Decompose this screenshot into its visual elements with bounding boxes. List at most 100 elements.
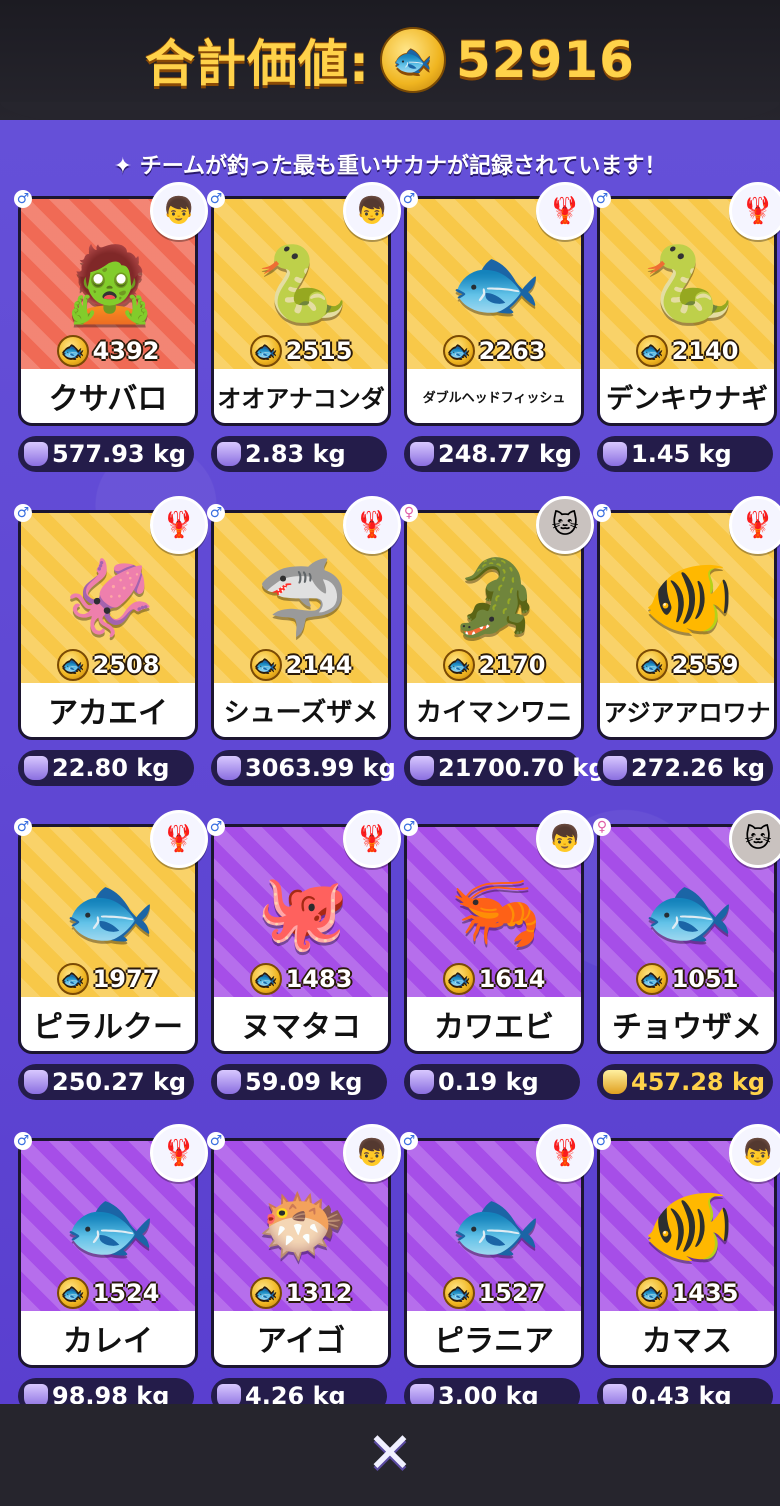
player-avatar[interactable]: 🦞 — [343, 810, 401, 868]
gender-icon: ♂ — [14, 818, 32, 836]
fish-price: 🐟 1527 — [407, 1277, 581, 1309]
player-avatar[interactable]: 🐱 — [536, 496, 594, 554]
player-avatar[interactable]: 🦞 — [536, 1124, 594, 1182]
fish-weight: 272.26 kg — [597, 750, 773, 786]
fish-weight-value: 457.28 kg — [631, 1068, 766, 1096]
player-avatar[interactable]: 👦 — [343, 1124, 401, 1182]
fish-price: 🐟 2515 — [214, 335, 388, 367]
gender-icon: ♂ — [14, 190, 32, 208]
fish-card[interactable]: 🐊 🐟 2170 カイマンワニ 🐱 ♀ — [400, 496, 594, 740]
fish-price-value: 2263 — [478, 337, 546, 365]
fish-price-value: 1977 — [92, 965, 160, 993]
fish-coin-icon: 🐟 — [442, 963, 475, 995]
fish-card[interactable]: 🐙 🐟 1483 ヌマタコ 🦞 ♂ — [207, 810, 401, 1054]
gender-icon: ♂ — [14, 504, 32, 522]
fish-name: クサバロ — [21, 369, 195, 423]
fish-card[interactable]: 🧟 🐟 4392 クサバロ 👦 ♂ — [14, 182, 208, 426]
weight-bag-icon — [603, 442, 627, 466]
player-avatar[interactable]: 🦞 — [729, 182, 780, 240]
fish-price: 🐟 2170 — [407, 649, 581, 681]
gender-icon: ♂ — [400, 818, 418, 836]
fish-price-value: 2515 — [285, 337, 353, 365]
gender-icon: ♂ — [207, 1132, 225, 1150]
fish-coin-icon: 🐟 — [249, 335, 282, 367]
player-avatar[interactable]: 🦞 — [343, 496, 401, 554]
fish-icon: 🐊 — [449, 554, 543, 641]
gender-icon: ♂ — [400, 1132, 418, 1150]
fish-price-value: 1312 — [285, 1279, 353, 1307]
fish-card[interactable]: 🦈 🐟 2144 シューズザメ 🦞 ♂ — [207, 496, 401, 740]
gender-icon: ♂ — [14, 1132, 32, 1150]
fish-coin-icon: 🐟 — [635, 649, 668, 681]
fish-name: オオアナコンダ — [214, 369, 388, 423]
close-button[interactable]: ✕ — [360, 1424, 420, 1484]
fish-card[interactable]: 🦐 🐟 1614 カワエビ 👦 ♂ — [400, 810, 594, 1054]
player-avatar[interactable]: 🦞 — [729, 496, 780, 554]
fish-coin-icon: 🐟 — [635, 335, 668, 367]
fish-icon: 🦑 — [63, 554, 157, 641]
fish-name: ダブルヘッドフィッシュ — [407, 369, 581, 423]
fish-price-value: 2508 — [92, 651, 160, 679]
fish-weight-value: 577.93 kg — [52, 440, 187, 468]
fish-card[interactable]: 🐟 🐟 1524 カレイ 🦞 ♂ — [14, 1124, 208, 1368]
fish-price-value: 4392 — [92, 337, 160, 365]
fish-weight: 248.77 kg — [404, 436, 580, 472]
fish-price: 🐟 2263 — [407, 335, 581, 367]
gender-icon: ♂ — [207, 818, 225, 836]
fish-name: チョウザメ — [600, 997, 774, 1051]
player-avatar[interactable]: 🦞 — [150, 810, 208, 868]
player-avatar[interactable]: 👦 — [729, 1124, 780, 1182]
fish-card[interactable]: 🐟 🐟 1051 チョウザメ 🐱 ♀ — [593, 810, 780, 1054]
record-notice: ✦ チームが釣った最も重いサカナが記録されています！ — [113, 154, 667, 179]
fish-card[interactable]: 🐟 🐟 1527 ピラニア 🦞 ♂ — [400, 1124, 594, 1368]
player-avatar[interactable]: 👦 — [150, 182, 208, 240]
fish-coin-icon: 🐟 — [56, 649, 89, 681]
fish-coin-icon: 🐟 — [56, 335, 89, 367]
fish-name: カレイ — [21, 1311, 195, 1365]
fish-weight: 21700.70 kg — [404, 750, 606, 786]
fish-price-value: 1435 — [671, 1279, 739, 1307]
fish-card[interactable]: 🐠 🐟 2559 アジアアロワナ 🦞 ♂ — [593, 496, 780, 740]
player-avatar[interactable]: 👦 — [343, 182, 401, 240]
player-avatar[interactable]: 🦞 — [150, 1124, 208, 1182]
player-avatar[interactable]: 🦞 — [150, 496, 208, 554]
player-avatar[interactable]: 👦 — [536, 810, 594, 868]
fish-price: 🐟 2144 — [214, 649, 388, 681]
fish-weight-value: 250.27 kg — [52, 1068, 187, 1096]
fish-weight-value: 248.77 kg — [438, 440, 573, 468]
fish-card[interactable]: 🐟 🐟 1977 ピラルクー 🦞 ♂ — [14, 810, 208, 1054]
fish-coin-icon: 🐟 — [56, 1277, 89, 1309]
fish-price: 🐟 4392 — [21, 335, 195, 367]
weight-bag-icon — [217, 1070, 241, 1094]
fish-price-value: 1524 — [92, 1279, 160, 1307]
fish-card[interactable]: 🐍 🐟 2515 オオアナコンダ 👦 ♂ — [207, 182, 401, 426]
fish-price-value: 2144 — [285, 651, 353, 679]
fish-card[interactable]: 🐡 🐟 1312 アイゴ 👦 ♂ — [207, 1124, 401, 1368]
fish-weight-value: 21700.70 kg — [438, 754, 606, 782]
fish-weight-value: 0.19 kg — [438, 1068, 539, 1096]
player-avatar[interactable]: 🐱 — [729, 810, 780, 868]
fish-price: 🐟 1524 — [21, 1277, 195, 1309]
fish-name: シューズザメ — [214, 683, 388, 737]
fish-coin-icon: 🐟 — [249, 963, 282, 995]
fish-name: ヌマタコ — [214, 997, 388, 1051]
weight-bag-icon — [217, 442, 241, 466]
fish-weight-value: 272.26 kg — [631, 754, 766, 782]
gender-icon: ♂ — [400, 190, 418, 208]
fish-icon: 🦐 — [449, 868, 543, 955]
fish-icon: 🐟 — [63, 868, 157, 955]
fish-card[interactable]: 🐟 🐟 2263 ダブルヘッドフィッシュ 🦞 ♂ — [400, 182, 594, 426]
fish-price-value: 2559 — [671, 651, 739, 679]
fish-weight-value: 3063.99 kg — [245, 754, 396, 782]
fish-card[interactable]: 🐍 🐟 2140 デンキウナギ 🦞 ♂ — [593, 182, 780, 426]
fish-price: 🐟 1977 — [21, 963, 195, 995]
fish-icon: 🐟 — [642, 868, 736, 955]
fish-name: デンキウナギ — [600, 369, 774, 423]
fish-card[interactable]: 🐠 🐟 1435 カマス 👦 ♂ — [593, 1124, 780, 1368]
total-value: 52916 — [456, 31, 635, 89]
fish-name: カマス — [600, 1311, 774, 1365]
weight-bag-icon — [24, 1070, 48, 1094]
player-avatar[interactable]: 🦞 — [536, 182, 594, 240]
fish-icon: 🐙 — [256, 868, 350, 955]
fish-card[interactable]: 🦑 🐟 2508 アカエイ 🦞 ♂ — [14, 496, 208, 740]
